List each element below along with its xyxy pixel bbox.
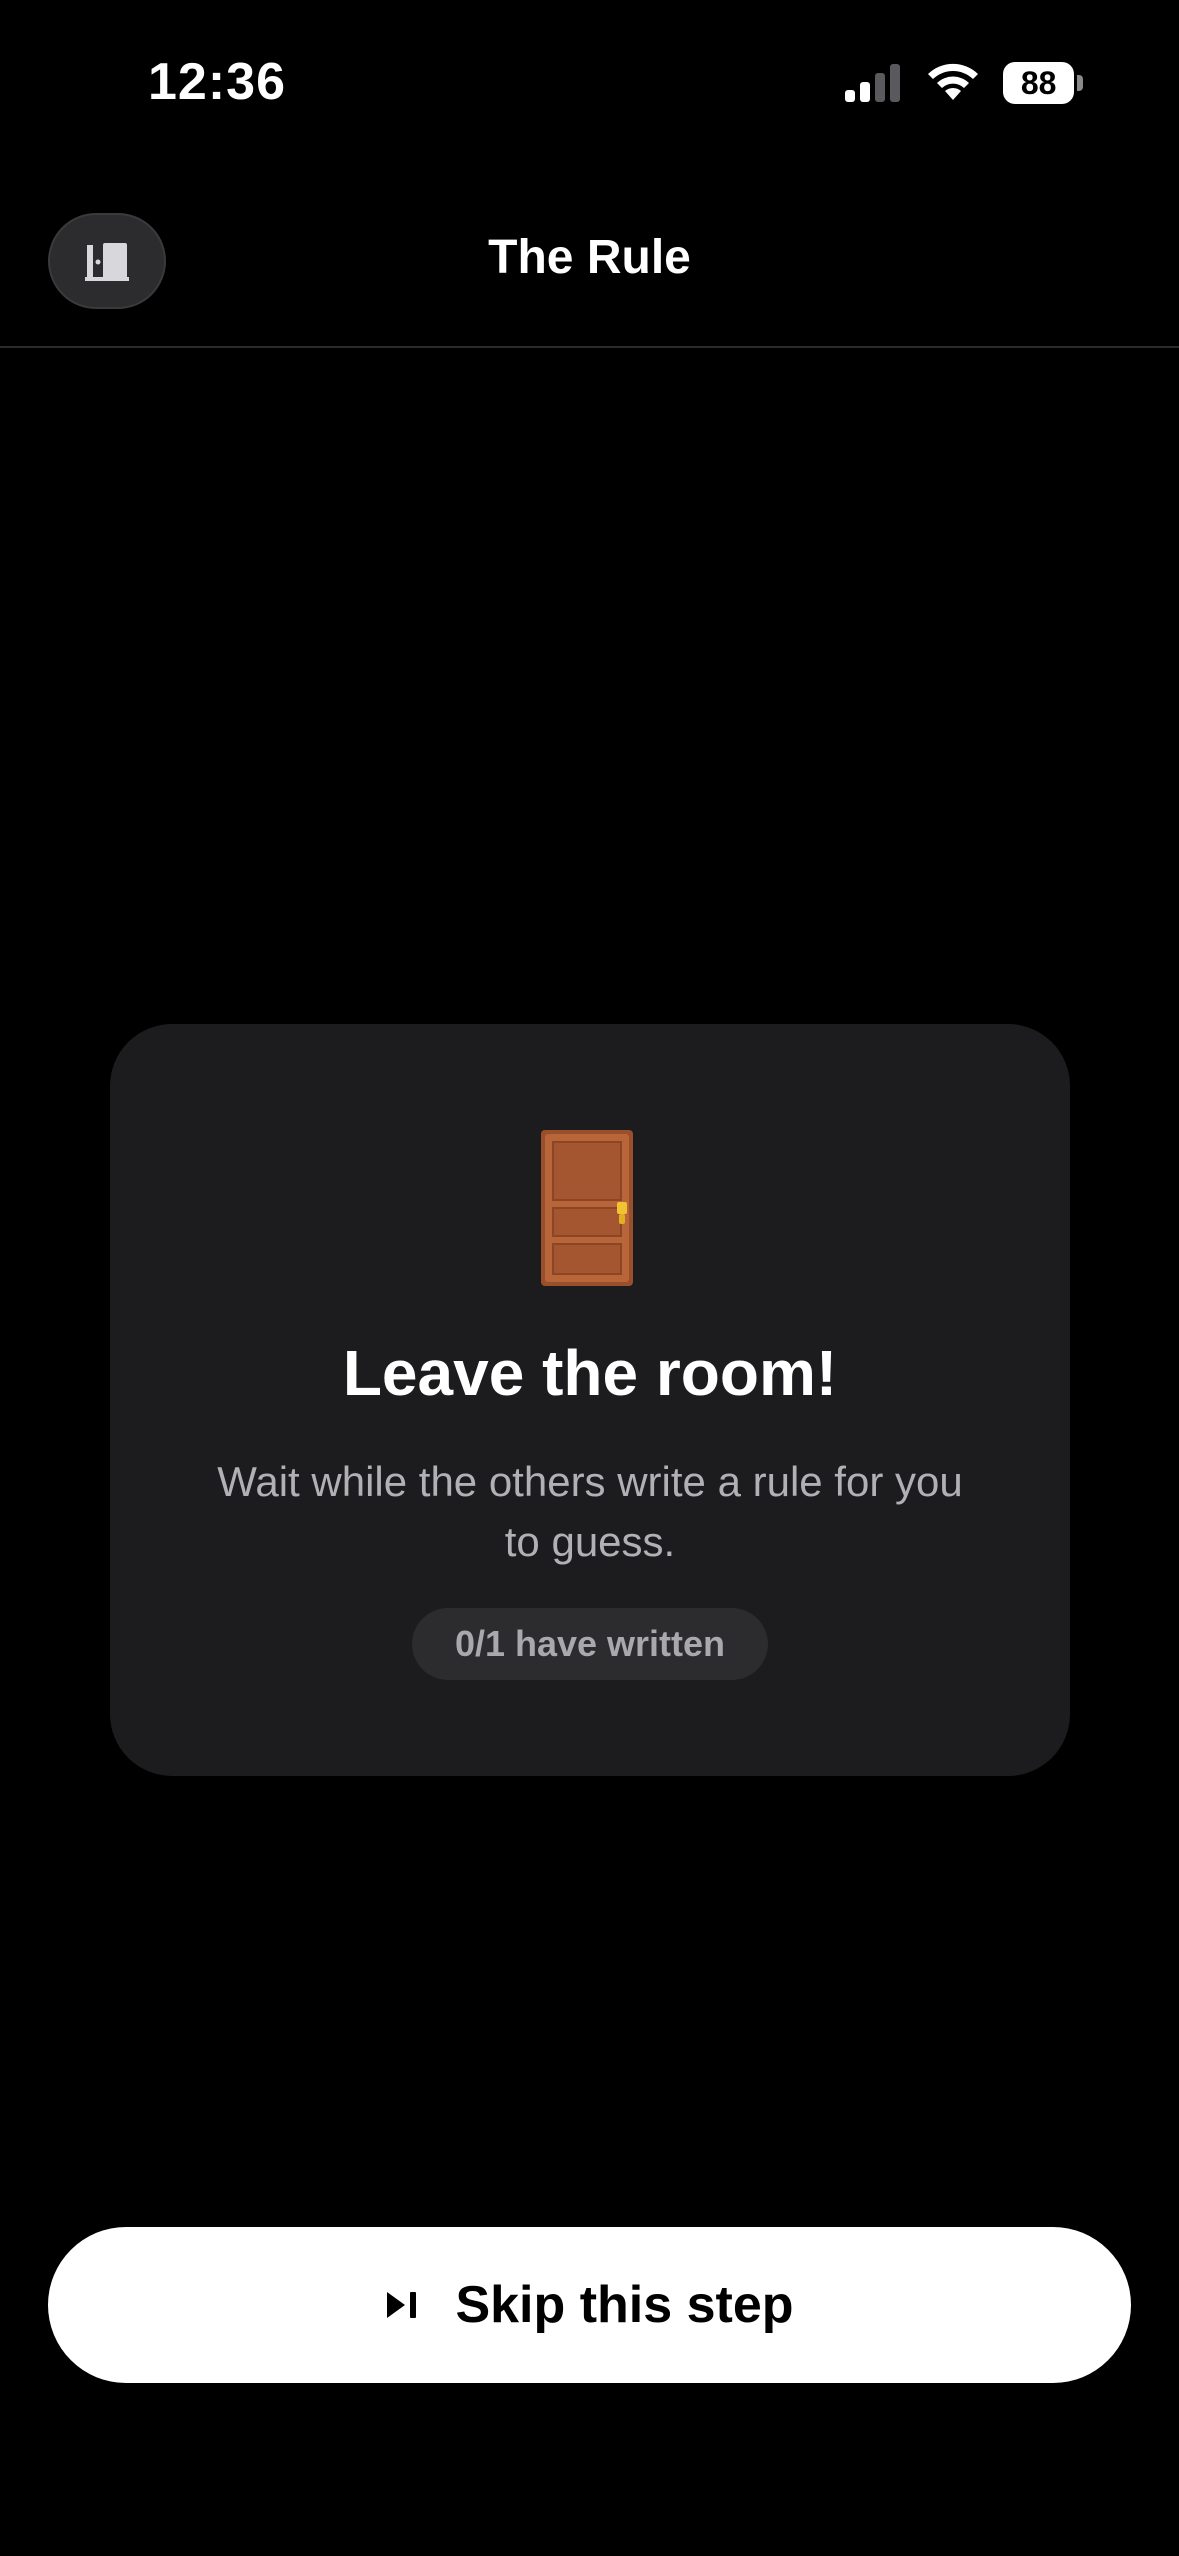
- battery-indicator: 88: [1003, 62, 1083, 104]
- battery-cap: [1077, 75, 1083, 91]
- battery-level: 88: [1003, 62, 1075, 104]
- skip-button-label: Skip this step: [455, 2276, 794, 2334]
- skip-forward-icon: [387, 2292, 417, 2318]
- written-count-badge: 0/1 have written: [412, 1608, 768, 1680]
- status-bar: 12:36 88: [0, 0, 1179, 170]
- status-indicators: 88: [843, 62, 1083, 104]
- card-message: Wait while the others write a rule for y…: [217, 1458, 963, 1565]
- page-title: The Rule: [488, 231, 691, 284]
- skip-step-button[interactable]: Skip this step: [48, 2227, 1131, 2383]
- status-time: 12:36: [148, 53, 286, 111]
- header-bar: The Rule: [0, 200, 1179, 348]
- wifi-icon: [928, 63, 978, 100]
- cellular-signal-icon: [845, 64, 900, 102]
- card-title: Leave the room!: [342, 1337, 838, 1409]
- door-icon: [541, 1130, 633, 1286]
